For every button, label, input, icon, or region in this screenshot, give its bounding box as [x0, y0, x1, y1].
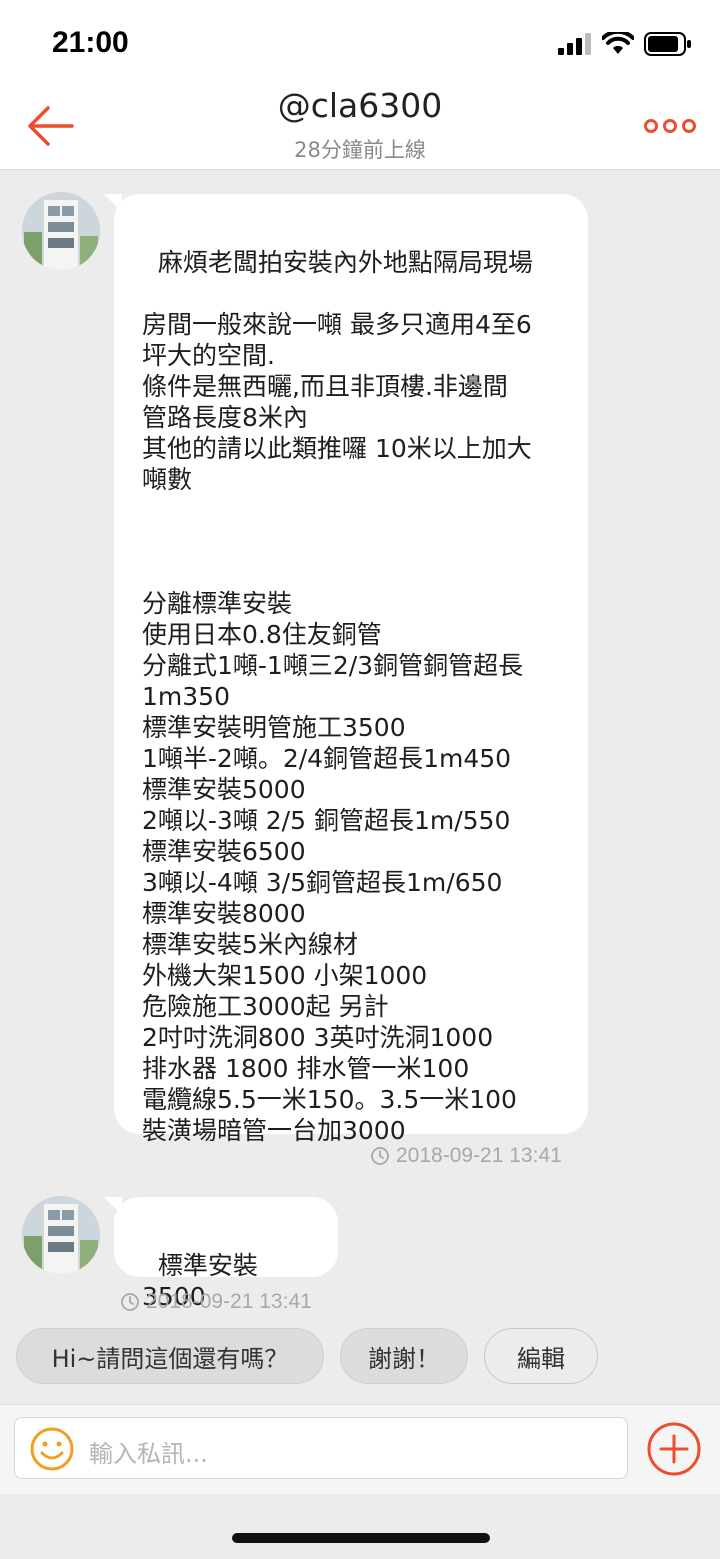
message-composer: 輸入私訊... — [0, 1404, 720, 1494]
more-options-button[interactable] — [642, 106, 698, 146]
quick-reply-button[interactable]: Hi~請問這個還有嗎？ — [16, 1328, 324, 1384]
timestamp-text: 2018-09-21 13:41 — [146, 1290, 312, 1313]
online-status: 28分鐘前上線 — [294, 138, 426, 162]
emoji-icon[interactable] — [29, 1426, 75, 1472]
home-indicator — [232, 1533, 490, 1543]
battery-icon — [644, 32, 691, 56]
timestamp-text: 2018-09-21 13:41 — [396, 1144, 562, 1167]
chat-header: @cla6300 28分鐘前上線 — [0, 84, 720, 170]
message-bubble: 標準安裝3500 — [104, 1197, 338, 1311]
clock-icon — [121, 1293, 139, 1311]
chat-title: @cla6300 — [277, 86, 443, 125]
input-placeholder: 輸入私訊... — [89, 1440, 208, 1468]
message-bubble: 麻煩老闆拍安裝內外地點隔局現場 房間一般來說一噸 最多只適用4至6 坪大的空間.… — [104, 194, 588, 1145]
status-bar: 21:00 — [0, 0, 720, 84]
avatar[interactable] — [22, 1196, 100, 1274]
message-timestamp: 2018-09-21 13:41 — [370, 1144, 562, 1168]
status-icons — [558, 32, 692, 56]
quick-reply-label: 謝謝！ — [368, 1344, 440, 1373]
quick-reply-label: Hi~請問這個還有嗎？ — [51, 1344, 289, 1373]
status-time: 21:00 — [52, 26, 129, 59]
signal-icon — [558, 33, 591, 55]
add-attachment-icon[interactable] — [646, 1421, 702, 1477]
avatar-image — [22, 1196, 100, 1274]
quick-reply-label: 編輯 — [517, 1344, 565, 1373]
message-timestamp: 2018-09-21 13:41 — [120, 1290, 312, 1314]
clock-icon — [371, 1147, 389, 1165]
avatar-image — [22, 192, 100, 270]
quick-reply-button[interactable]: 謝謝！ — [340, 1328, 468, 1384]
edit-quick-replies-button[interactable]: 編輯 — [484, 1328, 598, 1384]
message-input[interactable]: 輸入私訊... — [14, 1417, 628, 1479]
more-dots-icon — [644, 119, 696, 133]
message-text: 麻煩老闆拍安裝內外地點隔局現場 房間一般來說一噸 最多只適用4至6 坪大的空間.… — [142, 248, 533, 1145]
wifi-icon — [602, 32, 634, 54]
avatar[interactable] — [22, 192, 100, 270]
